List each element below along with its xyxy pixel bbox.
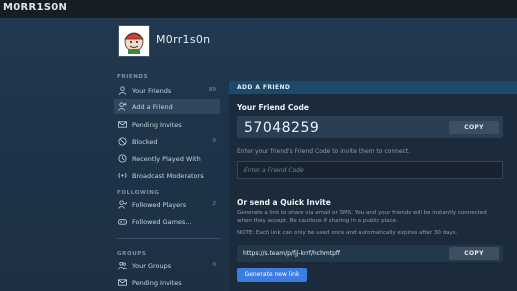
divider [117,238,221,239]
invite-link[interactable]: https://s.team/p/fjj-krrf/hchmtpff [243,250,340,257]
broadcast-icon [118,172,127,179]
avatar[interactable] [118,25,150,57]
panel-title: ADD A FRIEND [237,84,291,91]
followed-players-icon [118,200,127,209]
sidebar-item-label: Add a Friend [132,103,173,111]
username[interactable]: M0rr1s0n [156,33,210,46]
invite-link-box: https://s.team/p/fjj-krrf/hchmtpff COPY [237,245,503,262]
count-badge: 89 [209,87,216,93]
sidebar-item-followed-games[interactable]: Followed Games... [114,214,220,229]
section-label-following: FOLLOWING [117,190,160,196]
sidebar-item-broadcast-moderators[interactable]: Broadcast Moderators [114,168,220,183]
count-badge: 0 [212,138,217,144]
sidebar-item-label: Your Groups [132,262,172,270]
copy-code-button[interactable]: COPY [449,121,499,134]
add-friend-panel: ADD A FRIEND Your Friend Code 57048259 C… [229,81,517,291]
user-icon [118,86,127,95]
sidebar-item-recently-played[interactable]: Recently Played With [114,151,220,166]
count-badge: 0 [212,262,217,268]
panel-header: ADD A FRIEND [229,81,517,94]
sidebar-item-followed-players[interactable]: Followed Players 2 [114,197,220,212]
profile-header: M0rr1s0n [118,24,378,64]
add-user-icon [118,102,127,111]
sidebar-item-label: Pending Invites [132,121,182,129]
sidebar-item-label: Your Friends [132,87,172,95]
top-bar: M0RR1S0N [0,0,517,18]
sidebar-item-label: Pending Invites [132,279,182,287]
sidebar-item-label: Blocked [132,138,158,146]
quick-invite-title: Or send a Quick Invite [237,198,331,207]
friend-code-title: Your Friend Code [237,103,309,112]
sidebar-item-your-friends[interactable]: Your Friends 89 [114,83,220,98]
sidebar-item-add-friend[interactable]: Add a Friend [114,99,220,114]
sidebar-item-label: Followed Games... [132,218,192,226]
sidebar-item-pending-invites[interactable]: Pending Invites [114,117,220,132]
sidebar-item-label: Recently Played With [132,155,201,163]
sidebar-item-label: Followed Players [132,201,187,209]
quick-invite-note: NOTE: Each link can only be used once an… [237,230,458,236]
recent-icon [118,154,127,163]
friend-code: 57048259 [244,120,320,136]
friend-code-input-wrapper [237,161,503,179]
quick-invite-description: Generate a link to share via email or SM… [237,210,487,224]
section-label-groups: GROUPS [117,251,147,257]
generate-link-button[interactable]: Generate new link [237,268,307,282]
groups-icon [118,261,127,270]
sidebar-item-your-groups[interactable]: Your Groups 0 [114,258,220,273]
count-badge: 2 [212,201,217,207]
block-icon [118,137,127,146]
copy-link-button[interactable]: COPY [449,247,499,260]
sidebar-item-blocked[interactable]: Blocked 0 [114,134,220,149]
sidebar-item-group-pending-invites[interactable]: Pending Invites [114,275,220,290]
app-brand: M0RR1S0N [3,2,68,13]
mail-icon [118,121,127,128]
friend-code-box: 57048259 COPY [237,116,503,138]
followed-games-icon [118,219,127,225]
section-label-friends: FRIENDS [117,74,149,80]
friend-code-input[interactable] [238,162,502,178]
mail-icon [118,279,127,286]
sidebar-item-label: Broadcast Moderators [132,172,204,180]
friend-code-hint: Enter your friend's Friend Code to invit… [237,148,411,155]
